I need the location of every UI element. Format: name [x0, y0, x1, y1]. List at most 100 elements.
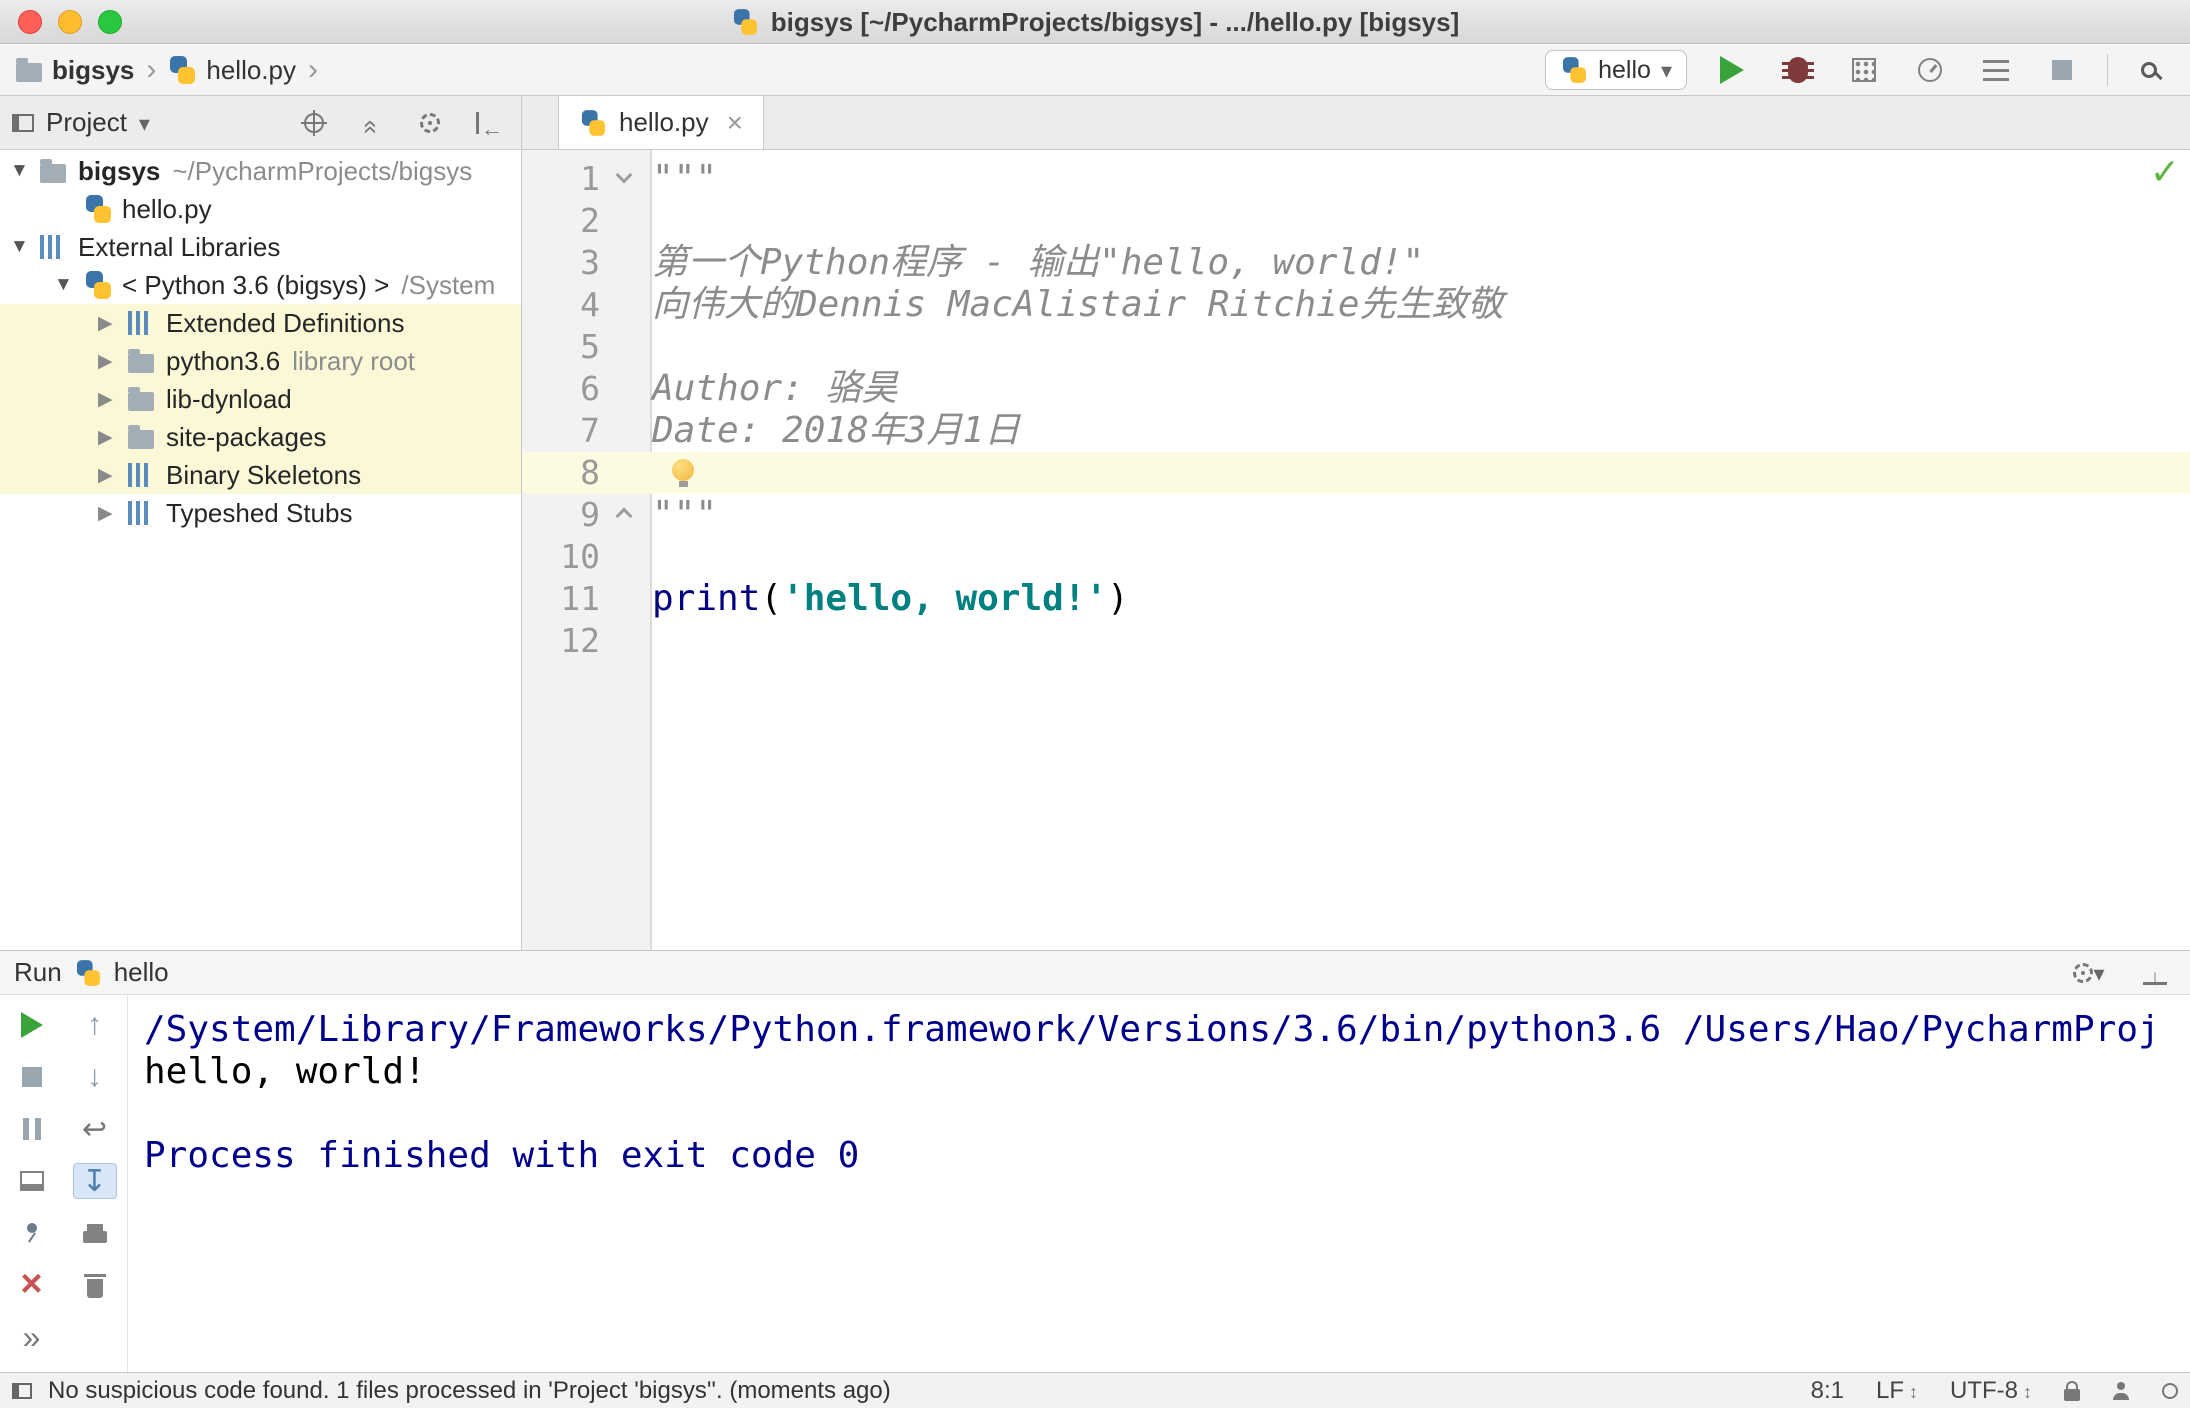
tree-item-python3-6[interactable]: ▶ python3.6 library root — [0, 342, 521, 380]
tree-toggle-icon[interactable]: ▶ — [98, 388, 128, 411]
notifications-icon[interactable] — [2162, 1382, 2178, 1399]
locate-file-button[interactable] — [293, 102, 335, 144]
breadcrumb-item-hello-py[interactable]: hello.py — [168, 55, 296, 86]
lock-icon[interactable] — [2064, 1380, 2080, 1401]
tree-toggle-icon[interactable]: ▶ — [98, 464, 128, 487]
intention-bulb-icon[interactable] — [672, 459, 694, 487]
line-number[interactable]: 3 — [522, 242, 600, 284]
restore-layout-button[interactable] — [10, 1163, 54, 1199]
editor-line-12: 12 — [522, 620, 2190, 662]
line-number[interactable]: 11 — [522, 578, 600, 620]
chevron-down-icon[interactable] — [139, 107, 150, 138]
tree-item-hello-py[interactable]: hello.py — [0, 190, 521, 228]
code-line[interactable]: 向伟大的Dennis MacAlistair Ritchie先生致敬 — [652, 284, 1504, 326]
tree-item-extended-definitions[interactable]: ▶ Extended Definitions — [0, 304, 521, 342]
project-settings-button[interactable] — [409, 102, 451, 144]
tree-item-python-3-6-bigsys[interactable]: ▼ < Python 3.6 (bigsys) > /System — [0, 266, 521, 304]
tab-hello-py[interactable]: hello.py × — [558, 96, 764, 149]
line-separator-widget[interactable]: LF — [1876, 1377, 1918, 1405]
line-number[interactable]: 4 — [522, 284, 600, 326]
show-more-button[interactable] — [10, 1319, 54, 1355]
project-tool-window: Project ▼ bigsys ~/PycharmProjects/bigsys h… — [0, 96, 522, 950]
toolwindow-toggle-icon[interactable] — [12, 1382, 32, 1399]
rerun-button[interactable] — [10, 1007, 54, 1043]
stop-button[interactable] — [10, 1059, 54, 1095]
up-stacktrace-icon — [87, 1008, 102, 1042]
breadcrumb-item-bigsys[interactable]: bigsys — [16, 55, 134, 86]
debug-button[interactable] — [1777, 49, 1819, 91]
run-settings-button[interactable] — [2068, 952, 2110, 994]
line-number[interactable]: 2 — [522, 200, 600, 242]
code-line[interactable]: 第一个Python程序 - 输出"hello, world!" — [652, 242, 1424, 284]
tree-toggle-icon[interactable]: ▶ — [98, 502, 128, 525]
tree-item-icon-wrap — [128, 311, 166, 335]
tree-item-label: bigsys — [78, 155, 161, 186]
code-token: """ — [652, 494, 718, 535]
code-line[interactable]: Date: 2018年3月1日 — [652, 410, 1020, 452]
line-number[interactable]: 8 — [522, 452, 600, 494]
editor-lines[interactable]: 1 """ 2 3 第一个Python程序 - 输出"hello, world!" 4 向伟… — [522, 158, 2190, 662]
code-line[interactable]: """ — [652, 158, 717, 200]
line-number[interactable]: 6 — [522, 368, 600, 410]
editor-tab-bar: hello.py × — [522, 96, 2190, 150]
line-number[interactable]: 9 — [522, 494, 600, 536]
scroll-to-end-button[interactable] — [72, 1163, 117, 1199]
pause-output-button[interactable] — [10, 1111, 54, 1147]
line-number[interactable]: 12 — [522, 620, 600, 662]
tree-item-bigsys[interactable]: ▼ bigsys ~/PycharmProjects/bigsys — [0, 152, 521, 190]
run-button[interactable] — [1711, 49, 1753, 91]
close-tab-icon[interactable]: × — [727, 107, 743, 139]
clear-all-button[interactable] — [73, 1267, 117, 1303]
reformat-button[interactable] — [1975, 49, 2017, 91]
collapse-all-button[interactable] — [351, 102, 393, 144]
editor[interactable]: 1 """ 2 3 第一个Python程序 - 输出"hello, world!" 4 向伟… — [522, 150, 2190, 950]
inspection-profile-icon[interactable] — [2112, 1381, 2130, 1400]
soft-wrap-button[interactable] — [73, 1111, 117, 1147]
tree-item-external-libraries[interactable]: ▼ External Libraries — [0, 228, 521, 266]
tree-toggle-icon[interactable]: ▼ — [10, 160, 40, 182]
line-number[interactable]: 7 — [522, 410, 600, 452]
up-stacktrace-button[interactable] — [73, 1007, 117, 1043]
hide-panel-button[interactable] — [467, 102, 509, 144]
tree-toggle-icon[interactable]: ▶ — [98, 350, 128, 373]
console-output[interactable]: /System/Library/Frameworks/Python.framew… — [128, 995, 2190, 1372]
console-line: hello, world! — [144, 1051, 426, 1092]
library-icon — [128, 501, 152, 525]
line-number[interactable]: 5 — [522, 326, 600, 368]
code-line[interactable]: Author: 骆昊 — [652, 368, 897, 410]
coverage-button[interactable] — [1843, 49, 1885, 91]
fold-marker-icon[interactable] — [615, 507, 633, 525]
tree-toggle-icon[interactable]: ▼ — [54, 274, 84, 296]
hide-run-panel-button[interactable] — [2134, 952, 2176, 994]
tree-toggle-icon[interactable]: ▶ — [98, 426, 128, 449]
tree-item-site-packages[interactable]: ▶ site-packages — [0, 418, 521, 456]
profiler-icon — [1918, 58, 1942, 82]
close-tab-button[interactable] — [10, 1267, 54, 1303]
fold-marker-icon[interactable] — [615, 166, 633, 184]
run-config-select[interactable]: hello — [1545, 50, 1687, 90]
line-number[interactable]: 1 — [522, 158, 600, 200]
line-number[interactable]: 10 — [522, 536, 600, 578]
tab-label: hello.py — [619, 107, 709, 137]
profiler-button[interactable] — [1909, 49, 1951, 91]
print-button[interactable] — [73, 1215, 117, 1251]
code-line[interactable]: print('hello, world!') — [652, 578, 1129, 620]
caret-position-widget[interactable]: 8:1 — [1811, 1377, 1844, 1405]
pin-tab-button[interactable] — [10, 1215, 54, 1251]
search-everywhere-button[interactable] — [2132, 49, 2174, 91]
tree-item-binary-skeletons[interactable]: ▶ Binary Skeletons — [0, 456, 521, 494]
tree-item-lib-dynload[interactable]: ▶ lib-dynload — [0, 380, 521, 418]
folder-icon — [40, 159, 66, 183]
tree-toggle-icon[interactable]: ▼ — [10, 236, 40, 258]
stop-button[interactable] — [2041, 49, 2083, 91]
tree-item-typeshed-stubs[interactable]: ▶ Typeshed Stubs — [0, 494, 521, 532]
project-tree[interactable]: ▼ bigsys ~/PycharmProjects/bigsys hello.py ▼… — [0, 150, 521, 950]
encoding-widget[interactable]: UTF-8 — [1950, 1377, 2032, 1405]
locate-file-icon — [301, 109, 327, 136]
project-window-icon — [12, 113, 34, 132]
down-stacktrace-button[interactable] — [73, 1059, 117, 1095]
inspections-ok-icon[interactable]: ✓ — [2150, 152, 2180, 193]
rerun-icon — [20, 1012, 43, 1038]
code-line[interactable]: """ — [652, 494, 717, 536]
tree-toggle-icon[interactable]: ▶ — [98, 312, 128, 335]
